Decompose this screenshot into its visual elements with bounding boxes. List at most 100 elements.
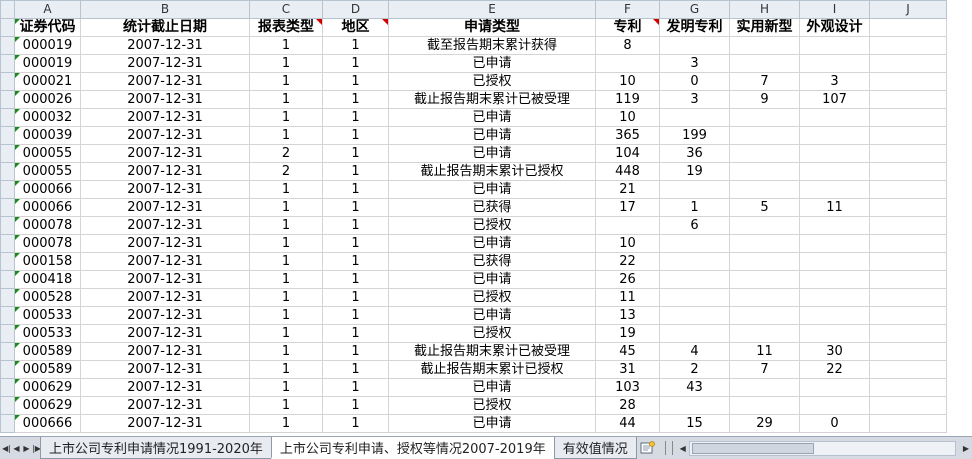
cell-region[interactable]: 1 — [322, 162, 389, 181]
row-header[interactable] — [0, 162, 15, 181]
row-header[interactable] — [0, 252, 15, 271]
cell-application-type[interactable]: 已申请 — [388, 234, 596, 253]
cell-report-type[interactable]: 1 — [249, 252, 323, 271]
cell-patents[interactable]: 44 — [595, 414, 660, 433]
cell-application-type[interactable]: 已授权 — [388, 396, 596, 415]
cell-designs[interactable] — [799, 36, 870, 55]
cell-empty[interactable] — [869, 324, 947, 343]
cell-patents[interactable]: 10 — [595, 234, 660, 253]
cell-empty[interactable] — [869, 216, 947, 235]
cell-invention-patents[interactable]: 36 — [659, 144, 730, 163]
cell-patents[interactable]: 31 — [595, 360, 660, 379]
cell-invention-patents[interactable]: 2 — [659, 360, 730, 379]
column-header-c[interactable]: C — [249, 0, 323, 19]
cell-invention-patents[interactable] — [659, 288, 730, 307]
cell-cutoff-date[interactable]: 2007-12-31 — [80, 162, 250, 181]
cell-stock-code[interactable]: 000528 — [14, 288, 81, 307]
cell-empty[interactable] — [869, 54, 947, 73]
row-header[interactable] — [0, 72, 15, 91]
cell-invention-patents[interactable] — [659, 306, 730, 325]
cell-region[interactable]: 1 — [322, 234, 389, 253]
cell-application-type[interactable]: 截止报告期末累计已被受理 — [388, 90, 596, 109]
cell-utility-models[interactable] — [729, 324, 800, 343]
cell-patents[interactable]: 13 — [595, 306, 660, 325]
cell-stock-code[interactable]: 000026 — [14, 90, 81, 109]
cell-patents[interactable]: 8 — [595, 36, 660, 55]
cell-cutoff-date[interactable]: 2007-12-31 — [80, 288, 250, 307]
tab-splitter-handle[interactable] — [664, 441, 673, 455]
cell-region[interactable]: 1 — [322, 252, 389, 271]
row-header[interactable] — [0, 270, 15, 289]
cell-stock-code[interactable]: 000589 — [14, 360, 81, 379]
cell-utility-models[interactable] — [729, 180, 800, 199]
column-header-g[interactable]: G — [659, 0, 730, 19]
cell-utility-models[interactable] — [729, 288, 800, 307]
row-header[interactable] — [0, 306, 15, 325]
scroll-left-icon[interactable]: ◀ — [677, 442, 689, 455]
cell-stock-code[interactable]: 000066 — [14, 180, 81, 199]
header-cell-patents[interactable]: 专利 — [595, 18, 660, 37]
cell-utility-models[interactable] — [729, 378, 800, 397]
cell-region[interactable]: 1 — [322, 180, 389, 199]
cell-invention-patents[interactable]: 3 — [659, 54, 730, 73]
cell-designs[interactable]: 30 — [799, 342, 870, 361]
cell-designs[interactable] — [799, 396, 870, 415]
cell-region[interactable]: 1 — [322, 36, 389, 55]
cell-application-type[interactable]: 已申请 — [388, 54, 596, 73]
cell-stock-code[interactable]: 000032 — [14, 108, 81, 127]
cell-empty[interactable] — [869, 162, 947, 181]
cell-stock-code[interactable]: 000078 — [14, 216, 81, 235]
row-header[interactable] — [0, 18, 15, 37]
sheet-tab-valid-values[interactable]: 有效值情况 — [553, 437, 637, 459]
cell-invention-patents[interactable]: 43 — [659, 378, 730, 397]
cell-report-type[interactable]: 1 — [249, 198, 323, 217]
cell-cutoff-date[interactable]: 2007-12-31 — [80, 126, 250, 145]
cell-patents[interactable]: 365 — [595, 126, 660, 145]
cell-empty[interactable] — [869, 144, 947, 163]
cell-region[interactable]: 1 — [322, 126, 389, 145]
cell-utility-models[interactable] — [729, 216, 800, 235]
cell-region[interactable]: 1 — [322, 144, 389, 163]
cell-patents[interactable]: 11 — [595, 288, 660, 307]
cell-invention-patents[interactable]: 4 — [659, 342, 730, 361]
cell-report-type[interactable]: 1 — [249, 324, 323, 343]
cell-designs[interactable] — [799, 378, 870, 397]
header-cell-empty[interactable] — [869, 18, 947, 37]
column-header-b[interactable]: B — [80, 0, 250, 19]
cell-designs[interactable] — [799, 252, 870, 271]
cell-utility-models[interactable] — [729, 270, 800, 289]
cell-report-type[interactable]: 1 — [249, 270, 323, 289]
cell-stock-code[interactable]: 000533 — [14, 324, 81, 343]
cell-designs[interactable] — [799, 270, 870, 289]
cell-stock-code[interactable]: 000418 — [14, 270, 81, 289]
cell-utility-models[interactable] — [729, 234, 800, 253]
cell-application-type[interactable]: 截至报告期末累计获得 — [388, 36, 596, 55]
cell-patents[interactable] — [595, 54, 660, 73]
cell-report-type[interactable]: 2 — [249, 162, 323, 181]
row-header[interactable] — [0, 216, 15, 235]
cell-stock-code[interactable]: 000055 — [14, 162, 81, 181]
cell-report-type[interactable]: 1 — [249, 414, 323, 433]
cell-patents[interactable]: 17 — [595, 198, 660, 217]
cell-region[interactable]: 1 — [322, 288, 389, 307]
cell-application-type[interactable]: 已申请 — [388, 180, 596, 199]
row-header[interactable] — [0, 234, 15, 253]
cell-stock-code[interactable]: 000533 — [14, 306, 81, 325]
cell-patents[interactable]: 19 — [595, 324, 660, 343]
cell-region[interactable]: 1 — [322, 90, 389, 109]
cell-region[interactable]: 1 — [322, 360, 389, 379]
cell-application-type[interactable]: 已申请 — [388, 126, 596, 145]
column-header-e[interactable]: E — [388, 0, 596, 19]
cell-report-type[interactable]: 1 — [249, 234, 323, 253]
cell-application-type[interactable]: 已申请 — [388, 378, 596, 397]
cell-cutoff-date[interactable]: 2007-12-31 — [80, 198, 250, 217]
cell-stock-code[interactable]: 000019 — [14, 36, 81, 55]
cell-cutoff-date[interactable]: 2007-12-31 — [80, 90, 250, 109]
cell-report-type[interactable]: 1 — [249, 396, 323, 415]
cell-stock-code[interactable]: 000629 — [14, 396, 81, 415]
cell-patents[interactable]: 28 — [595, 396, 660, 415]
select-all-corner[interactable] — [0, 0, 15, 19]
cell-empty[interactable] — [869, 234, 947, 253]
header-cell-invention-patents[interactable]: 发明专利 — [659, 18, 730, 37]
cell-application-type[interactable]: 已申请 — [388, 270, 596, 289]
